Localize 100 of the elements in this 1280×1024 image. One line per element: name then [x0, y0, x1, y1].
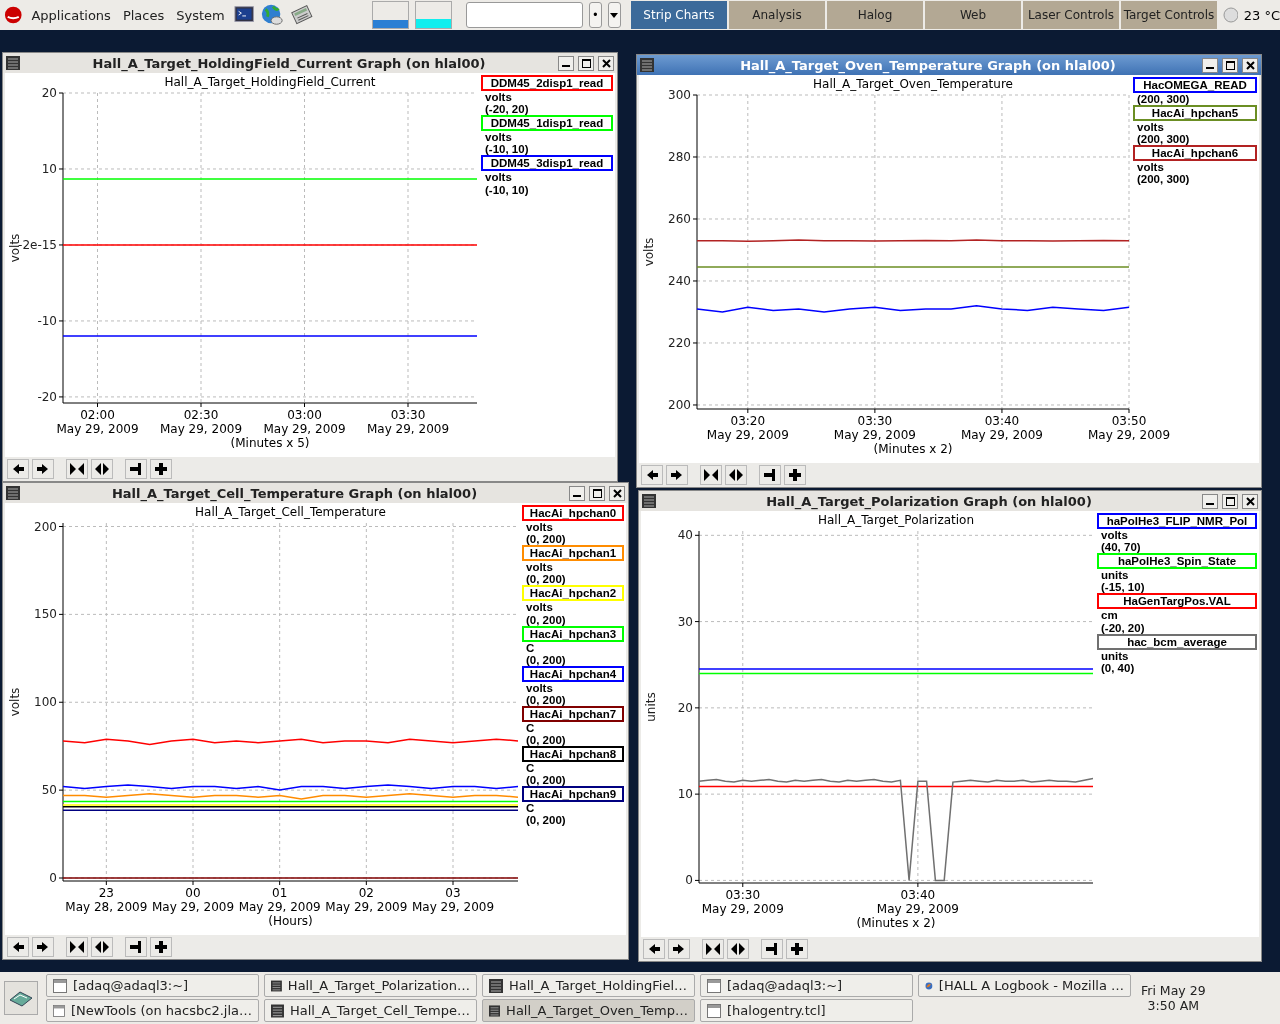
terminal-icon[interactable] [233, 5, 255, 25]
y-tick-label: 300 [668, 88, 691, 102]
maximize-button[interactable] [1222, 57, 1238, 73]
left-arrow-button[interactable] [7, 459, 29, 479]
plus-button[interactable] [786, 939, 808, 959]
taskbar-button[interactable]: [halogentry.tcl] [700, 999, 913, 1022]
zoom-in-button[interactable] [66, 937, 88, 957]
taskbar-button[interactable]: Hall_A_Target_HoldingFiel… [482, 974, 695, 997]
legend-range: (0, 200) [525, 653, 567, 666]
globe-icon[interactable] [260, 3, 285, 27]
maximize-button[interactable] [1222, 493, 1238, 509]
left-arrow-button[interactable] [641, 465, 663, 485]
legend-label[interactable]: DDM45_2disp1_read [481, 75, 613, 92]
taskbar-button[interactable]: [NewTools (on hacsbc2.jla… [46, 999, 259, 1022]
panel-tab[interactable]: Analysis [728, 1, 825, 29]
menu-item[interactable]: Applications [28, 5, 114, 25]
plus-button[interactable] [784, 465, 806, 485]
window-title: Hall_A_Target_HoldingField_Current Graph (on hlal00) [91, 55, 487, 71]
legend-label[interactable]: DDM45_3disp1_read [481, 155, 613, 172]
legend-units: volts [525, 681, 554, 694]
panel-tab[interactable]: Halog [826, 1, 923, 29]
window-menu-icon[interactable] [6, 56, 20, 70]
window-menu-icon[interactable] [640, 58, 654, 72]
panel-tab[interactable]: Target Controls [1120, 1, 1217, 29]
menu-item[interactable]: System [173, 5, 228, 25]
legend-range: (200, 300) [1136, 173, 1191, 186]
zoom-in-button[interactable] [700, 465, 722, 485]
legend-label[interactable]: HacAi_hpchan7 [522, 705, 624, 722]
legend-label[interactable]: DDM45_1disp1_read [481, 115, 613, 132]
legend-label[interactable]: HacAi_hpchan3 [522, 625, 624, 642]
right-arrow-button[interactable] [666, 465, 688, 485]
taskbar-button[interactable]: Hall_A_Target_Cell_Tempe… [264, 999, 477, 1022]
minimize-button[interactable] [558, 55, 574, 71]
left-arrow-button[interactable] [643, 939, 665, 959]
minimize-button[interactable] [569, 485, 585, 501]
legend-label[interactable]: haPolHe3_FLIP_NMR_Pol [1097, 513, 1257, 530]
minimize-button[interactable] [1202, 57, 1218, 73]
left-arrow-button[interactable] [7, 937, 29, 957]
zoom-out-button[interactable] [725, 465, 747, 485]
zoom-in-button[interactable] [66, 459, 88, 479]
x-tick-label: 02:00 May 29, 2009 [56, 408, 139, 436]
legend-label[interactable]: HaGenTargPos.VAL [1097, 593, 1257, 610]
menu-item[interactable]: Places [119, 5, 168, 25]
zoom-in-icon [69, 939, 85, 955]
zoom-out-button[interactable] [91, 459, 113, 479]
taskbar-button[interactable]: [HALL A Logbook - Mozilla … [918, 974, 1131, 997]
window-menu-icon[interactable] [6, 486, 20, 500]
fit-button[interactable] [759, 465, 781, 485]
legend-label[interactable]: HacAi_hpchan0 [522, 505, 624, 522]
zoom-out-button[interactable] [727, 939, 749, 959]
legend-label[interactable]: HacAi_hpchan5 [1133, 105, 1257, 122]
y-axis-label: volts [642, 237, 656, 267]
close-button[interactable] [598, 55, 614, 71]
taskbar-button[interactable]: Hall_A_Target_Oven_Temp… [482, 999, 695, 1022]
right-arrow-button[interactable] [32, 459, 54, 479]
close-button[interactable] [1242, 57, 1258, 73]
x-tick-label: 23 May 28, 2009 [65, 886, 148, 914]
y-axis-label: volts [8, 687, 22, 717]
graph-window-icon [271, 978, 282, 993]
right-arrow-button[interactable] [32, 937, 54, 957]
maximize-button[interactable] [578, 55, 594, 71]
legend-label[interactable]: HacAi_hpchan6 [1133, 145, 1257, 162]
taskbar-button[interactable]: [adaq@adaql3:~] [46, 974, 259, 997]
fit-button[interactable] [761, 939, 783, 959]
taskbar-button[interactable]: [adaq@adaql3:~] [700, 974, 913, 997]
show-desktop-button[interactable] [4, 981, 38, 1015]
fit-icon [128, 939, 144, 955]
taskbar-button[interactable]: Hall_A_Target_Polarization… [264, 974, 477, 997]
maximize-button[interactable] [589, 485, 605, 501]
zoom-in-icon [705, 941, 721, 957]
y-tick-label: 220 [668, 336, 691, 350]
moon-icon [1222, 7, 1238, 23]
plus-button[interactable] [150, 459, 172, 479]
fit-button[interactable] [125, 937, 147, 957]
minimize-button[interactable] [1202, 493, 1218, 509]
legend-label[interactable]: hac_bcm_average [1097, 633, 1257, 650]
legend-label[interactable]: HacAi_hpchan1 [522, 545, 624, 562]
command-field[interactable] [466, 2, 583, 28]
zoom-in-button[interactable] [702, 939, 724, 959]
dropdown-button[interactable] [607, 2, 621, 28]
close-button[interactable] [609, 485, 625, 501]
legend-range: (-10, 10) [484, 143, 530, 156]
panel-tab[interactable]: Web [924, 1, 1021, 29]
legend-label[interactable]: HacAi_hpchan9 [522, 786, 624, 803]
legend-units: volts [484, 91, 513, 104]
x-tick-label: 03:30 May 29, 2009 [366, 408, 450, 436]
panel-tab[interactable]: Laser Controls [1022, 1, 1119, 29]
legend-label[interactable]: HacAi_hpchan8 [522, 746, 624, 763]
window-menu-icon[interactable] [642, 494, 656, 508]
fit-button[interactable] [125, 459, 147, 479]
legend-label[interactable]: HacAi_hpchan4 [522, 665, 624, 682]
run-button[interactable]: • [588, 2, 602, 28]
legend-label[interactable]: haPolHe3_Spin_State [1097, 553, 1257, 570]
legend-label[interactable]: HacAi_hpchan2 [522, 585, 624, 602]
panel-tab[interactable]: Strip Charts [630, 1, 727, 29]
zoom-out-button[interactable] [91, 937, 113, 957]
right-arrow-button[interactable] [668, 939, 690, 959]
legend-label[interactable]: HacOMEGA_READ [1133, 77, 1257, 94]
plus-button[interactable] [150, 937, 172, 957]
close-button[interactable] [1242, 493, 1258, 509]
